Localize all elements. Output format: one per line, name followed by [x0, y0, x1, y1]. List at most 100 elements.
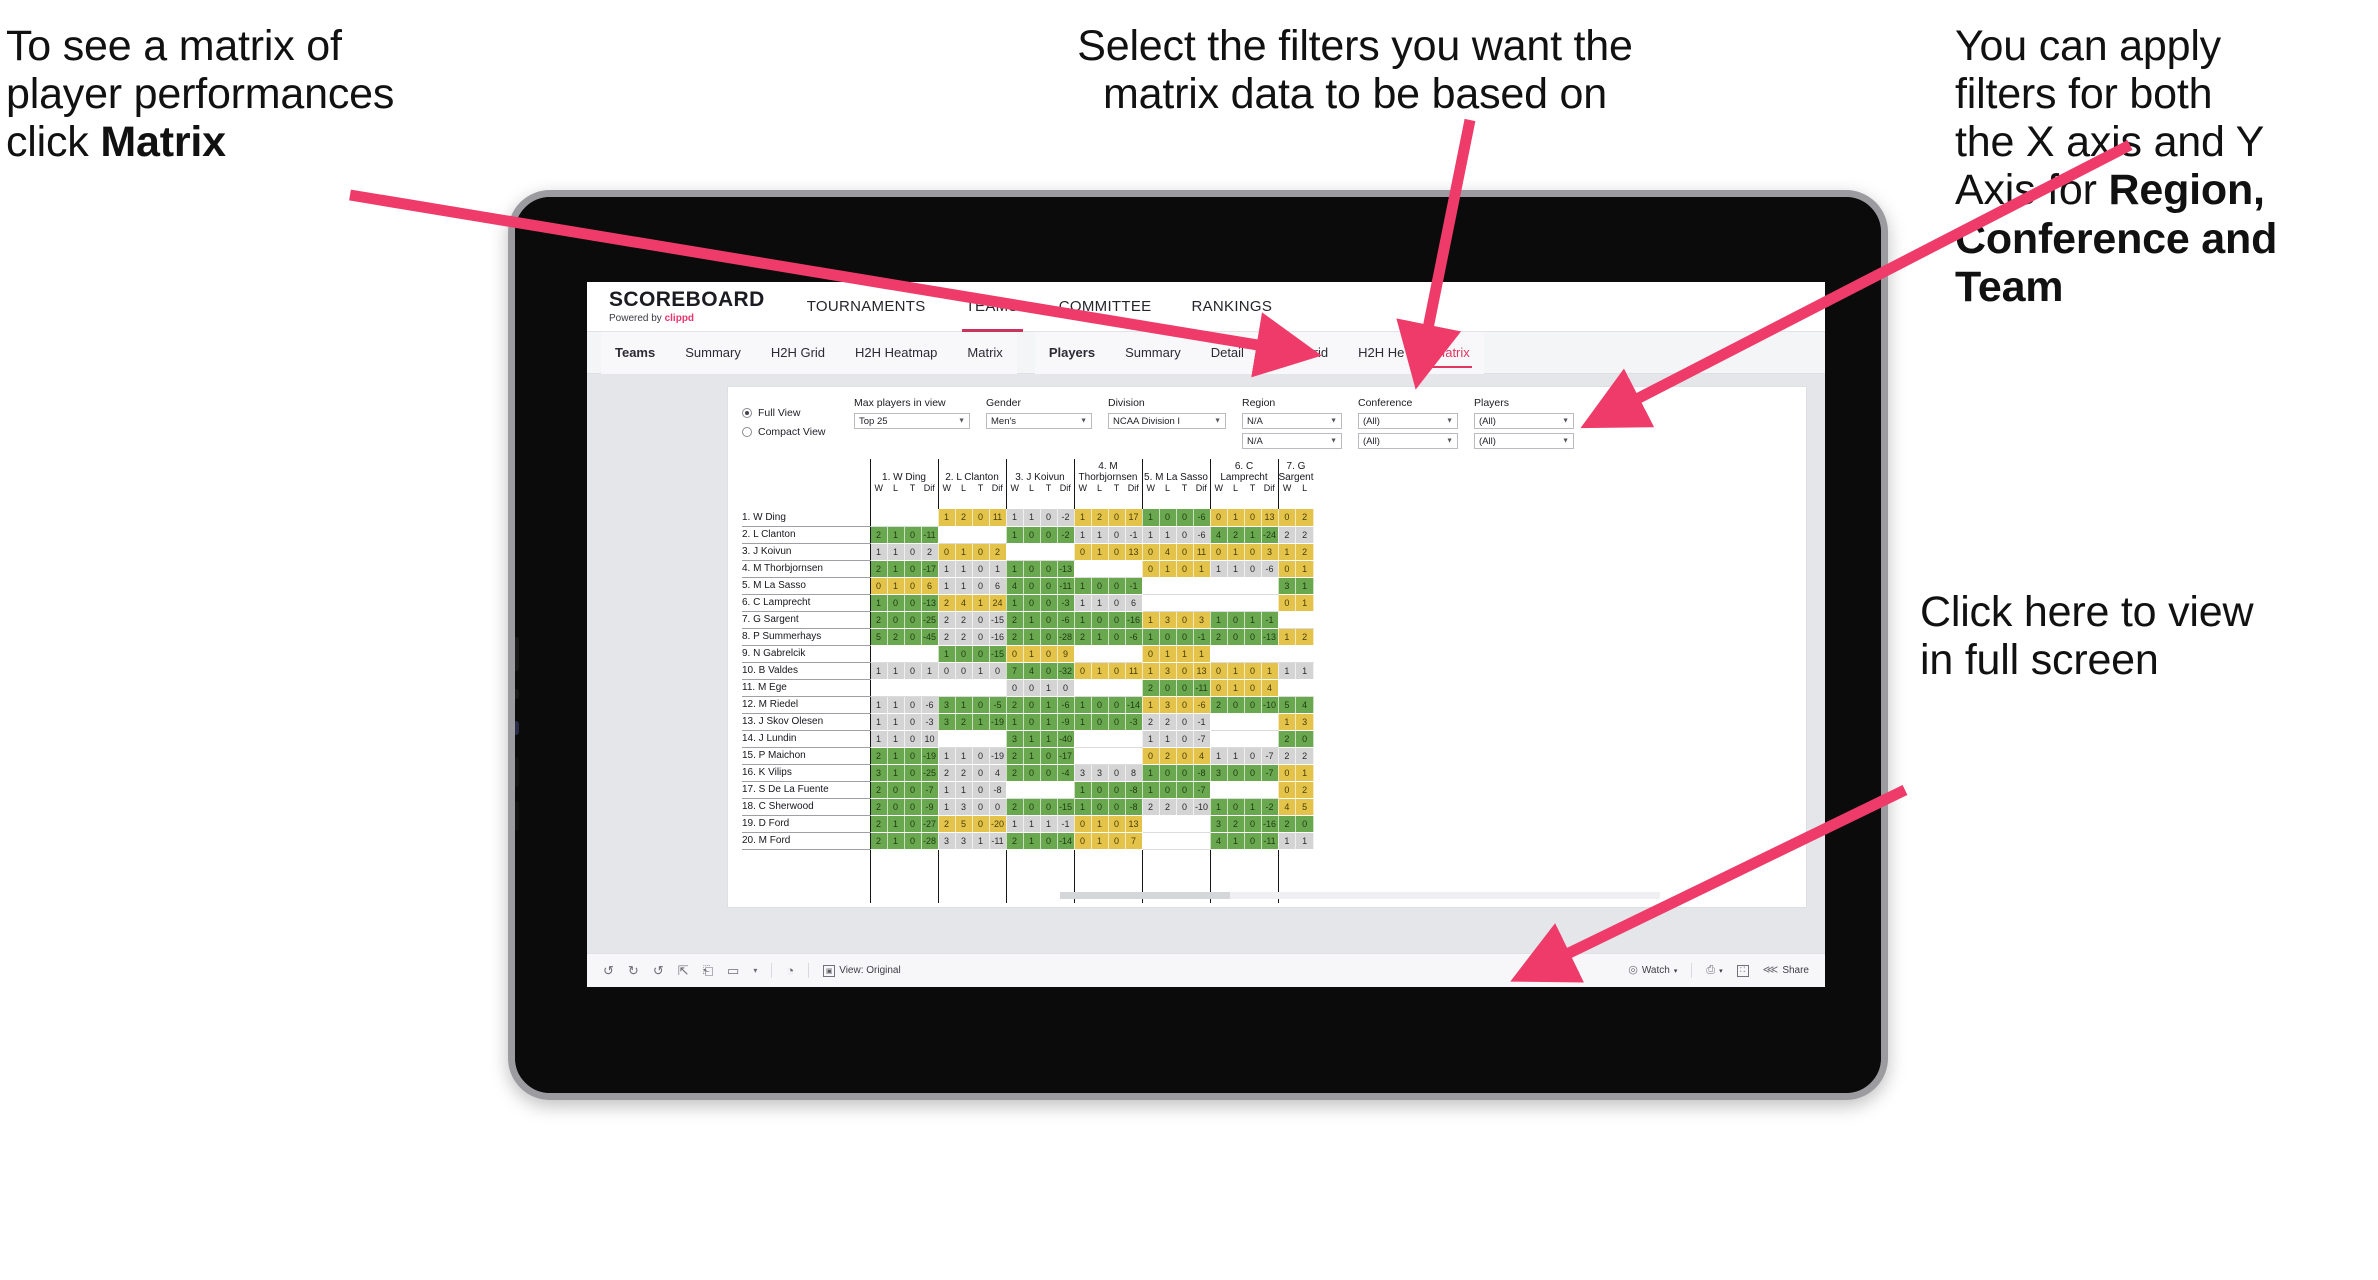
matrix-cell[interactable]: 2 [869, 526, 888, 544]
matrix-cell[interactable]: 0 [972, 560, 990, 578]
brand-logo[interactable]: SCOREBOARD Powered by clippd [609, 289, 765, 324]
matrix-cell[interactable]: 1 [1023, 730, 1041, 748]
view-original-button[interactable]: ▣ View: Original [823, 964, 901, 977]
matrix-cell[interactable]: 1 [1295, 662, 1315, 680]
matrix-cell[interactable]: 1 [937, 747, 956, 765]
matrix-cell[interactable]: 0 [1091, 577, 1109, 595]
matrix-cell[interactable]: 1 [887, 696, 905, 714]
subnav-teams-h2h-grid[interactable]: H2H Grid [769, 333, 827, 372]
matrix-cell[interactable]: 3 [1159, 611, 1177, 629]
radio-full-view[interactable]: Full View [742, 407, 838, 419]
matrix-cell[interactable]: 1 [1073, 798, 1092, 816]
table-row[interactable]: 5. M La Sasso 0 1 0 6 1 1 0 6 4 0 0 -11 1 0 0 -1 3 1 [742, 577, 1315, 595]
matrix-cell[interactable]: -19 [989, 713, 1007, 731]
table-row[interactable]: 8. P Summerhays 5 2 0 -45 2 2 0 -16 2 1 0 -28 2 1 0 -6 1 0… [742, 628, 1315, 646]
matrix-cell[interactable]: 0 [1023, 560, 1041, 578]
matrix-cell[interactable] [1091, 679, 1109, 697]
matrix-cell[interactable]: 0 [1073, 543, 1092, 561]
matrix-cell[interactable]: -17 [921, 560, 939, 578]
matrix-cell[interactable]: 0 [972, 747, 990, 765]
matrix-cell[interactable]: 0 [1023, 594, 1041, 612]
table-row[interactable]: 3. J Koivun 1 1 0 2 0 1 0 2 0 1 0 13 0 4 0 11 0 1 0 3 1 2 [742, 543, 1315, 561]
matrix-cell[interactable]: 0 [1023, 798, 1041, 816]
matrix-cell[interactable]: 0 [1023, 577, 1041, 595]
matrix-cell[interactable]: 0 [1176, 730, 1194, 748]
matrix-cell[interactable]: 0 [1108, 526, 1126, 544]
matrix-cell[interactable]: 0 [1040, 509, 1058, 527]
matrix-cell[interactable]: 2 [1005, 628, 1024, 646]
matrix-cell[interactable]: 1 [1159, 645, 1177, 663]
matrix-cell[interactable]: -1 [1193, 628, 1211, 646]
matrix-cell[interactable] [1227, 781, 1245, 799]
matrix-cell[interactable]: 11 [989, 509, 1007, 527]
matrix-cell[interactable]: 0 [1108, 764, 1126, 782]
filter-max-players-select[interactable]: Top 25 ▼ [854, 413, 970, 429]
matrix-cell[interactable]: 3 [955, 798, 973, 816]
matrix-cell[interactable]: 1 [989, 560, 1007, 578]
matrix-cell[interactable]: 3 [937, 696, 956, 714]
matrix-cell[interactable]: -15 [1057, 798, 1075, 816]
matrix-cell[interactable]: 0 [1091, 713, 1109, 731]
matrix-cell[interactable] [904, 679, 922, 697]
matrix-cell[interactable]: -6 [1057, 611, 1075, 629]
matrix-cell[interactable]: 1 [887, 662, 905, 680]
table-row[interactable]: 7. G Sargent 2 0 0 -25 2 2 0 -15 2 1 0 -6 1 0 0 -16 1 3 0 3 1… [742, 611, 1315, 629]
matrix-cell[interactable]: -16 [1261, 815, 1279, 833]
matrix-cell[interactable] [1125, 747, 1143, 765]
table-row[interactable]: 1. W Ding 1 2 0 11 1 1 0 -2 1 2 0 17 1 0 0 -6 0 1 0 13 0 2 [742, 509, 1315, 527]
matrix-cell[interactable] [1023, 543, 1041, 561]
matrix-cell[interactable] [1125, 679, 1143, 697]
matrix-cell[interactable]: 0 [972, 798, 990, 816]
share-button[interactable]: ⋘ Share [1763, 965, 1809, 977]
matrix-cell[interactable]: 1 [887, 730, 905, 748]
matrix-cell[interactable] [1040, 543, 1058, 561]
matrix-cell[interactable] [1141, 577, 1160, 595]
matrix-cell[interactable]: 0 [1209, 509, 1228, 527]
matrix-cell[interactable] [1244, 645, 1262, 663]
matrix-cell[interactable]: 0 [972, 543, 990, 561]
matrix-cell[interactable]: 0 [904, 747, 922, 765]
matrix-cell[interactable]: 13 [1125, 815, 1143, 833]
matrix-cell[interactable]: 0 [1227, 798, 1245, 816]
matrix-cell[interactable]: 0 [1108, 798, 1126, 816]
matrix-cell[interactable]: 0 [1108, 628, 1126, 646]
matrix-cell[interactable] [1057, 781, 1075, 799]
matrix-cell[interactable]: -28 [1057, 628, 1075, 646]
matrix-cell[interactable]: 1 [887, 764, 905, 782]
matrix-cell[interactable]: -7 [921, 781, 939, 799]
matrix-cell[interactable]: -13 [1261, 628, 1279, 646]
matrix-cell[interactable]: 1 [1227, 543, 1245, 561]
matrix-cell[interactable]: -6 [1261, 560, 1279, 578]
subnav-teams-matrix[interactable]: Matrix [965, 333, 1004, 372]
matrix-cell[interactable] [887, 509, 905, 527]
matrix-cell[interactable]: 2 [1005, 747, 1024, 765]
matrix-cell[interactable]: 0 [1005, 645, 1024, 663]
matrix-cell[interactable]: 1 [1091, 662, 1109, 680]
matrix-cell[interactable]: 2 [1073, 628, 1092, 646]
matrix-cell[interactable]: 0 [1277, 560, 1297, 578]
matrix-cell[interactable]: 2 [955, 764, 973, 782]
matrix-cell[interactable] [1193, 815, 1211, 833]
matrix-cell[interactable] [1227, 730, 1245, 748]
matrix-cell[interactable]: 2 [937, 611, 956, 629]
matrix-cell[interactable]: 7 [1005, 662, 1024, 680]
matrix-cell[interactable] [1057, 543, 1075, 561]
subnav-teams-summary[interactable]: Summary [683, 333, 743, 372]
matrix-cell[interactable]: 1 [1277, 662, 1297, 680]
matrix-cell[interactable] [1005, 781, 1024, 799]
matrix-cell[interactable]: 1 [887, 713, 905, 731]
matrix-cell[interactable] [1073, 679, 1092, 697]
matrix-cell[interactable]: 0 [972, 764, 990, 782]
matrix-cell[interactable]: 0 [1091, 798, 1109, 816]
matrix-cell[interactable] [1261, 730, 1279, 748]
matrix-cell[interactable]: -6 [1193, 509, 1211, 527]
matrix-cell[interactable]: 0 [904, 764, 922, 782]
matrix-cell[interactable]: 7 [1125, 832, 1143, 850]
matrix-cell[interactable]: 1 [1227, 662, 1245, 680]
matrix-cell[interactable]: 0 [1073, 662, 1092, 680]
matrix-cell[interactable]: -14 [1057, 832, 1075, 850]
matrix-cell[interactable]: 4 [1023, 662, 1041, 680]
matrix-cell[interactable]: 11 [1125, 662, 1143, 680]
matrix-cell[interactable]: 2 [1209, 696, 1228, 714]
matrix-cell[interactable]: 1 [1073, 577, 1092, 595]
